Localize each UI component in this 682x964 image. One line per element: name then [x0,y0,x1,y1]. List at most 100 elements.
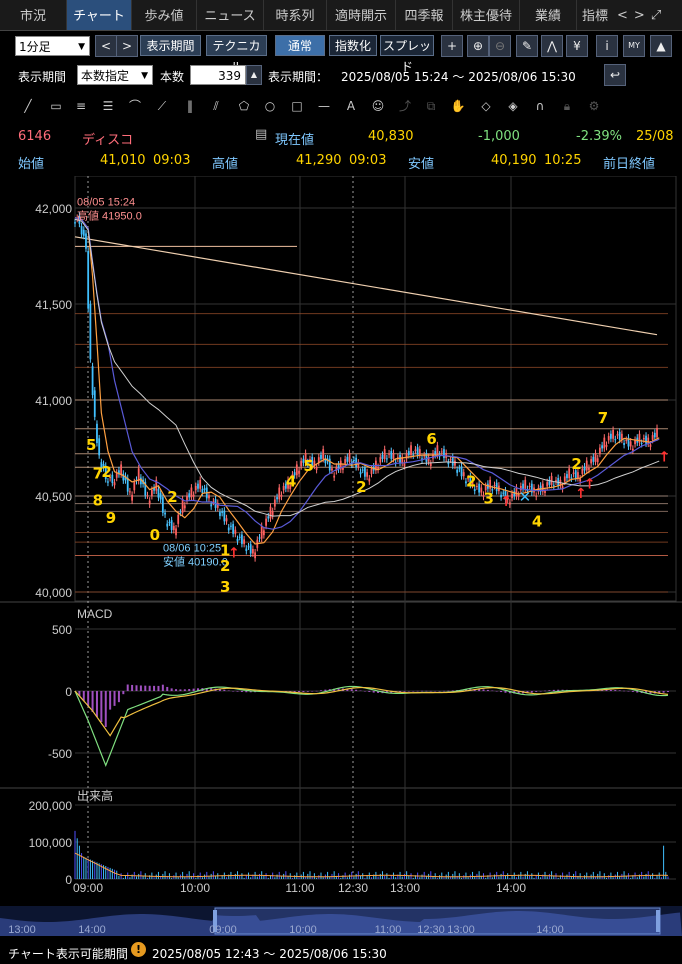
tab-news[interactable]: ニュース [197,0,264,30]
settings-tool-icon[interactable]: ⚙ [584,96,604,116]
tab-ticks[interactable]: 歩み値 [132,0,197,30]
candle-body [91,366,94,396]
vlines-tool-icon[interactable]: ‖ [180,96,200,116]
open-label: 始値 [18,157,45,172]
candle-body [190,487,193,498]
time-tick-label: 14:00 [496,881,526,895]
candle-body [612,429,614,439]
pointer-tool-icon[interactable]: ⤴ [395,96,415,116]
ruler-tool-icon[interactable]: ▭ [46,96,66,116]
line-tool-icon[interactable]: ╱ [18,96,38,116]
price-tick-label: 42,000 [35,202,72,216]
tab-market[interactable]: 市況 [0,0,67,30]
timeline-navigator[interactable]: 13:00 14:00 09:00 10:00 11:00 12:30 13:00 14:00 [0,906,682,936]
zoom-in-icon[interactable]: ⊕ [467,35,489,57]
reset-icon[interactable]: ↩ [604,64,626,86]
macd-histogram-bar [144,685,147,691]
trend-line [74,236,658,336]
candle-body [454,460,456,466]
eraser-tool-icon[interactable]: ◇ [476,96,496,116]
macd-tick-label: 500 [52,623,72,637]
range-label: 表示期間： [268,70,329,84]
technical-button[interactable]: テクニカル [206,35,267,74]
zoom-out-icon[interactable]: ⊖ [489,35,511,57]
count-stepper[interactable]: ▲ [246,65,262,85]
price-chart[interactable]: 42,000 41,500 41,000 40,500 40,000 08/05 15:… [0,176,682,904]
tab-prev-icon[interactable]: < [617,8,628,23]
count-label: 本数 [160,70,185,84]
tab-chart[interactable]: チャート [67,0,132,30]
candle-body [262,530,265,536]
tab-disclosure[interactable]: 適時開示 [327,0,396,30]
next-button[interactable]: > [116,35,138,57]
macd-histogram-bar [122,691,125,695]
document-icon[interactable]: ▤ [255,127,267,142]
tab-shikiho[interactable]: 四季報 [396,0,453,30]
macd-histogram-bar [298,691,301,693]
candle-body [631,448,634,451]
fan2-tool-icon[interactable]: ⫽ [206,96,226,116]
macd-tick-label: 0 [65,685,72,699]
lock-tool-icon[interactable]: 🔒︎ [557,96,577,116]
eraser-all-tool-icon[interactable]: ◈ [503,96,523,116]
candle-body [258,537,261,539]
info-icon[interactable]: i [596,35,618,57]
candle-body [254,552,256,559]
tab-yutai[interactable]: 株主優待 [453,0,520,30]
price-tick-label: 41,000 [35,394,72,408]
macd-histogram-bar [539,691,542,692]
crosshair-icon[interactable]: + [441,35,463,57]
rect-tool-icon[interactable]: □ [287,96,307,116]
macd-histogram-bar [500,691,503,693]
arc-tool-icon[interactable]: ⟋ [152,96,172,116]
timeline-right-handle [656,910,660,932]
candle-body [298,470,300,474]
my-chart-icon[interactable]: MY [623,35,645,57]
tab-timeseries[interactable]: 時系列 [264,0,327,30]
candle-body [616,434,619,436]
candle-body [238,536,241,538]
text-tool-icon[interactable]: A [341,96,361,116]
normal-button[interactable]: 通常 [275,35,325,56]
prev-button[interactable]: < [95,35,117,57]
current-label: 現在値 [275,133,315,148]
pattern-icon[interactable]: ⋀ [541,35,563,57]
candle-body [236,539,239,542]
period-button[interactable]: 表示期間 [140,35,201,56]
wave-label: 5 [86,436,96,454]
fan-tool-icon[interactable]: ⌒ [125,96,145,116]
expand-icon[interactable]: ⤢ [651,8,661,23]
hlines-tool-icon[interactable]: ≡ [71,96,91,116]
candle-body [458,468,461,470]
chevron-down-icon: ▼ [141,71,148,81]
interval-select[interactable]: 1分足 ▼ [15,36,90,56]
tab-next-icon[interactable]: > [634,8,645,23]
candle-body [344,459,347,464]
hand-tool-icon[interactable]: ✋ [448,96,468,116]
hlines2-tool-icon[interactable]: ☰ [98,96,118,116]
macd-histogram-bar [95,691,98,718]
period-select[interactable]: 本数指定 ▼ [77,65,153,85]
copy-tool-icon[interactable]: ⧉ [421,96,441,116]
wave-label: 3 [484,490,494,508]
candle-body [645,435,647,444]
pen-icon[interactable]: ✎ [516,35,538,57]
macd-histogram-bar [495,691,498,692]
macd-histogram-bar [447,690,450,692]
spread-button[interactable]: スプレッド [380,35,434,74]
icon-tool-icon[interactable]: ☺ [368,96,388,116]
magnet-tool-icon[interactable]: ∩ [530,96,550,116]
volume-tick-label: 0 [65,873,72,887]
index-button[interactable]: 指数化 [329,35,377,56]
count-input[interactable]: 339 [190,65,246,85]
tab-indicators[interactable]: 指標 [577,0,613,30]
candle-body [440,451,443,453]
area-chart-icon[interactable]: ▲ [650,35,672,57]
pentagon-tool-icon[interactable]: ⬠ [234,96,254,116]
hline-tool-icon[interactable]: — [314,96,334,116]
macd-histogram-bar [350,689,353,691]
candle-body [579,478,582,482]
circle-tool-icon[interactable]: ○ [260,96,280,116]
tab-results[interactable]: 業績 [520,0,577,30]
yen-icon[interactable]: ¥ [566,35,588,57]
